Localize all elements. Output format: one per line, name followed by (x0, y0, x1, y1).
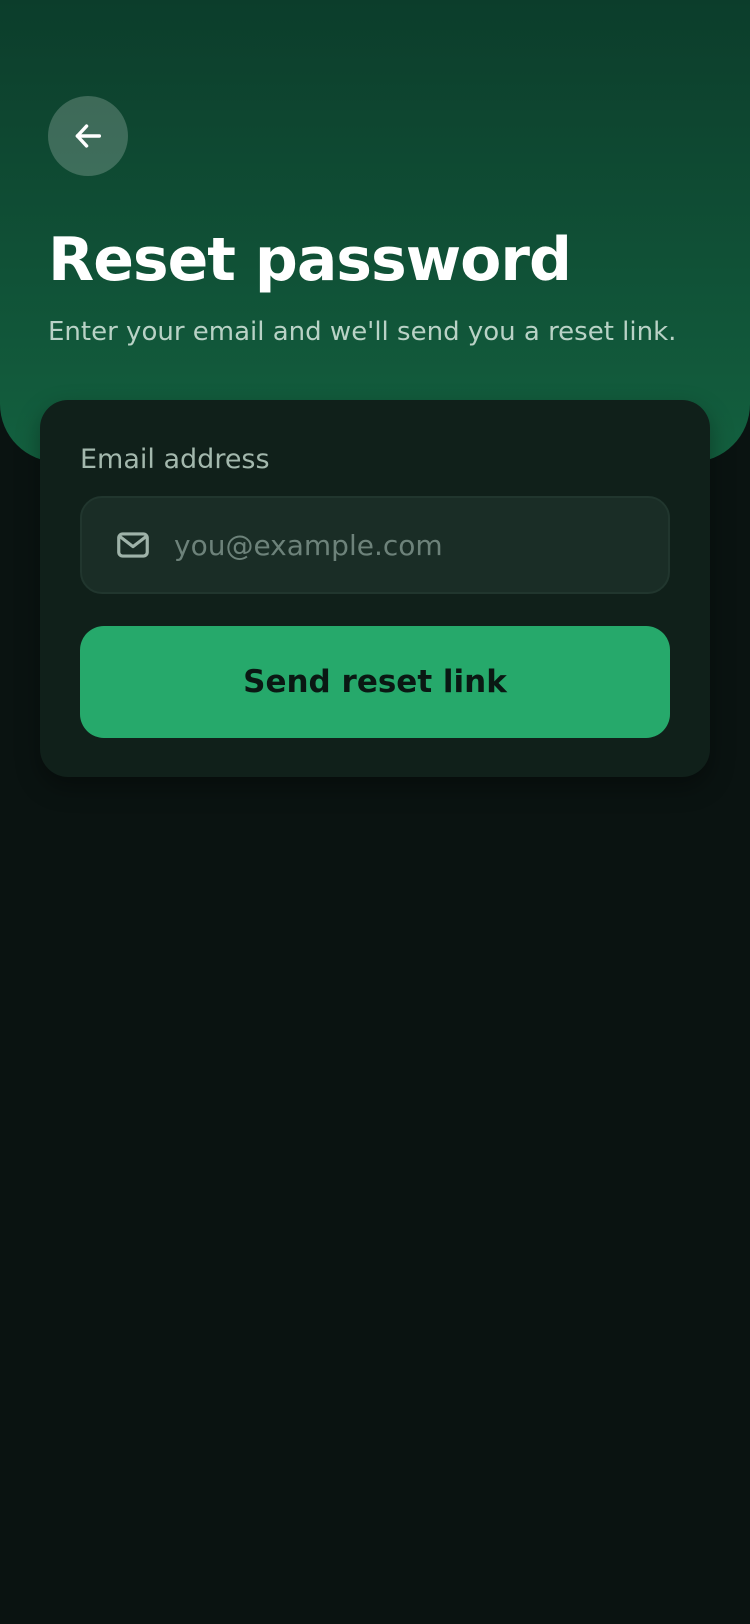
arrow-left-icon (75, 124, 102, 148)
mail-icon (117, 532, 149, 558)
header-hero: Reset password Enter your email and we'l… (0, 0, 750, 462)
email-field[interactable] (80, 496, 670, 594)
email-input[interactable] (174, 498, 644, 592)
reset-form-card: Email address Send reset link (40, 400, 710, 777)
back-button[interactable] (48, 96, 128, 176)
email-label: Email address (80, 444, 270, 475)
send-reset-link-button[interactable]: Send reset link (80, 626, 670, 738)
page-title: Reset password (48, 225, 572, 295)
page-subtitle: Enter your email and we'll send you a re… (48, 317, 677, 347)
